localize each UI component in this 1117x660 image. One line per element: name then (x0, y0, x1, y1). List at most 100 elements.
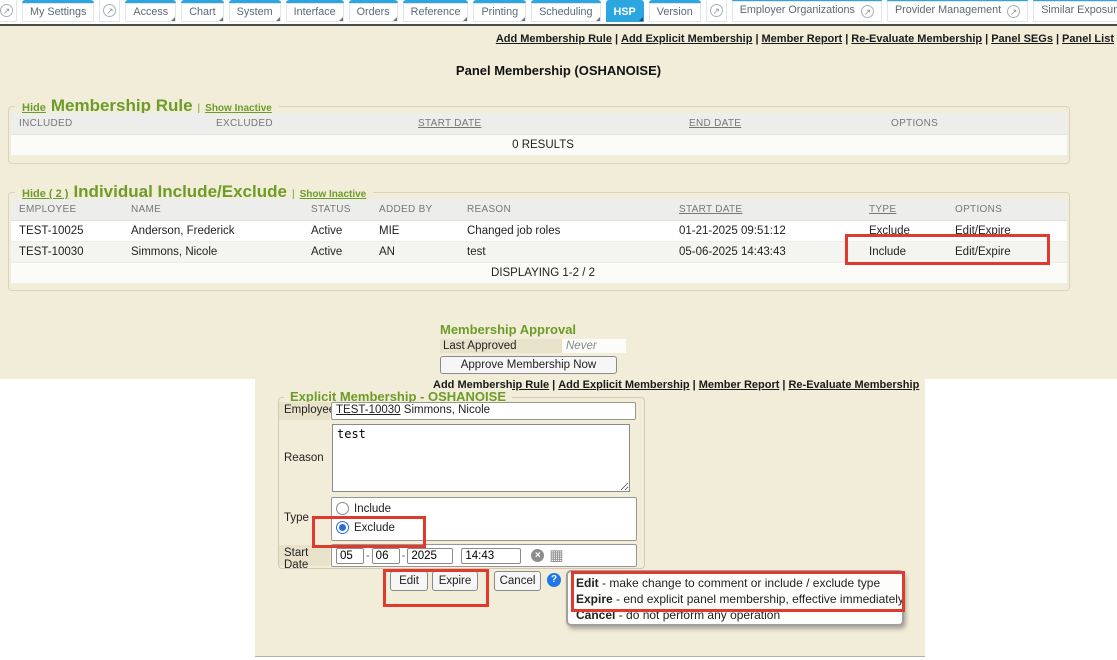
start-date-inputs: - - × ▦ (331, 544, 637, 567)
col-type[interactable]: TYPE (861, 199, 947, 221)
help-icon[interactable]: ? (547, 573, 561, 587)
reason-textarea[interactable]: test (332, 424, 630, 492)
cancel-button[interactable]: Cancel (494, 571, 541, 591)
col-start-date[interactable]: START DATE (671, 199, 861, 221)
cell-name: Anderson, Frederick (123, 221, 303, 242)
membership-rule-table: INCLUDED EXCLUDED START DATE END DATE OP… (11, 113, 1067, 156)
link-add-explicit-membership[interactable]: Add Explicit Membership (558, 379, 689, 391)
cell-name: Simmons, Nicole (123, 242, 303, 263)
edit-expire-link[interactable]: Edit/Expire (947, 242, 1067, 263)
individual-table: EMPLOYEE NAME STATUS ADDED BY REASON STA… (11, 199, 1067, 284)
membership-approval-section: Membership Approval Last Approved Never … (440, 322, 626, 374)
membership-rule-section: Hide Membership Rule | Show Inactive INC… (8, 106, 1070, 164)
tab-access[interactable]: Access (125, 0, 176, 22)
time-input[interactable] (461, 548, 521, 564)
approve-membership-now-button[interactable]: Approve Membership Now (440, 356, 617, 374)
cell-employee: TEST-10025 (11, 221, 123, 242)
tab-interface[interactable]: Interface (286, 0, 344, 22)
tab-system[interactable]: System (229, 0, 281, 22)
cell-reason: Changed job roles (459, 221, 671, 242)
employee-id-link[interactable]: TEST-10030 (336, 404, 401, 416)
tab-orders[interactable]: Orders (349, 0, 398, 22)
expire-button[interactable]: Expire (432, 571, 478, 591)
menu-corner-icon (276, 17, 280, 21)
link-member-report[interactable]: Member Report (699, 379, 780, 391)
cell-status: Active (303, 242, 371, 263)
year-input[interactable] (407, 548, 453, 564)
link-panel-list[interactable]: Panel List (1062, 33, 1114, 45)
table-header-row: EMPLOYEE NAME STATUS ADDED BY REASON STA… (11, 199, 1067, 221)
cell-start-date: 05-06-2025 14:43:43 (671, 242, 861, 263)
type-label: Type (279, 510, 330, 530)
link-add-membership-rule[interactable]: Add Membership Rule (496, 33, 612, 45)
reason-label: Reason (279, 450, 330, 470)
tab-version[interactable]: Version (649, 0, 701, 22)
col-start-date[interactable]: START DATE (410, 113, 681, 135)
col-options: OPTIONS (947, 199, 1067, 221)
edit-expire-link[interactable]: Edit/Expire (947, 221, 1067, 242)
table-header-row: INCLUDED EXCLUDED START DATE END DATE OP… (11, 113, 1067, 135)
external-link-icon: ↗ (1007, 5, 1020, 18)
last-approved-label: Last Approved (440, 339, 562, 353)
col-reason: REASON (459, 199, 671, 221)
last-approved-value: Never (562, 339, 626, 353)
tab-my-settings[interactable]: My Settings (22, 0, 94, 22)
start-date-label: Start Date (279, 545, 330, 566)
empty-results-row: 0 RESULTS (11, 135, 1067, 156)
menu-corner-icon (219, 17, 223, 21)
clear-date-icon[interactable]: × (531, 549, 544, 562)
cell-status: Active (303, 221, 371, 242)
day-input[interactable] (372, 548, 400, 564)
tab-bar: ↗ My Settings ↗ Access Chart System Inte… (0, 0, 1117, 26)
calendar-icon[interactable]: ▦ (549, 549, 563, 563)
link-panel-segs[interactable]: Panel SEGs (991, 33, 1053, 45)
cell-employee: TEST-10030 (11, 242, 123, 263)
button-help-tooltip: Edit - make change to comment or include… (566, 570, 904, 626)
cell-reason: test (459, 242, 671, 263)
link-member-report[interactable]: Member Report (762, 33, 843, 45)
individual-include-exclude-section: Hide ( 2 ) Individual Include/Exclude | … (8, 192, 1070, 291)
panel-membership-page: Add Membership Rule|Add Explicit Members… (0, 26, 1117, 379)
tab-similar-exposure-groups[interactable]: Similar Exposure Groups (SEGs)↗ (1033, 0, 1117, 22)
tab-printing[interactable]: Printing (473, 0, 526, 22)
col-excluded: EXCLUDED (208, 113, 410, 135)
tab-chart[interactable]: Chart (181, 0, 223, 22)
month-input[interactable] (336, 548, 364, 564)
external-link-icon[interactable]: ↗ (99, 0, 120, 22)
paging-row: DISPLAYING 1-2 / 2 (11, 263, 1067, 284)
include-radio-option[interactable]: Include (336, 499, 632, 518)
exclude-radio-option[interactable]: Exclude (336, 518, 632, 537)
cell-type: Include (861, 242, 947, 263)
cell-start-date: 01-21-2025 09:51:12 (671, 221, 861, 242)
external-link-icon: ↗ (861, 5, 874, 18)
radio-unselected-icon (336, 502, 349, 515)
external-link-icon[interactable]: ↗ (0, 0, 17, 22)
menu-corner-icon (463, 17, 467, 21)
external-link-icon[interactable]: ↗ (706, 0, 727, 22)
employee-value: TEST-10030 Simmons, Nicole (331, 402, 636, 420)
explicit-membership-form: Explicit Membership - OSHANOISE Employee… (278, 397, 645, 569)
link-re-evaluate-membership[interactable]: Re-Evaluate Membership (788, 379, 919, 391)
cell-type: Exclude (861, 221, 947, 242)
membership-approval-title: Membership Approval (440, 322, 626, 337)
tab-reference[interactable]: Reference (403, 0, 469, 22)
link-re-evaluate-membership[interactable]: Re-Evaluate Membership (851, 33, 982, 45)
employee-name: Simmons, Nicole (404, 404, 490, 416)
menu-corner-icon (596, 17, 600, 21)
tab-hsp-active[interactable]: HSP (606, 0, 644, 22)
menu-corner-icon (393, 17, 397, 21)
employee-label: Employee (279, 402, 330, 420)
page-title: Panel Membership (OSHANOISE) (0, 63, 1117, 78)
paging-text: DISPLAYING 1-2 / 2 (11, 263, 1067, 284)
tab-employer-organizations[interactable]: Employer Organizations↗ (732, 0, 882, 22)
tab-scheduling[interactable]: Scheduling (531, 0, 600, 22)
menu-corner-icon (171, 17, 175, 21)
link-add-explicit-membership[interactable]: Add Explicit Membership (621, 33, 752, 45)
menu-corner-icon (339, 17, 343, 21)
col-employee: EMPLOYEE (11, 199, 123, 221)
col-end-date[interactable]: END DATE (681, 113, 883, 135)
edit-button[interactable]: Edit (390, 571, 428, 591)
menu-corner-icon (639, 17, 643, 21)
action-links: Add Membership Rule|Add Explicit Members… (496, 33, 1114, 45)
tab-provider-management[interactable]: Provider Management↗ (887, 0, 1028, 22)
